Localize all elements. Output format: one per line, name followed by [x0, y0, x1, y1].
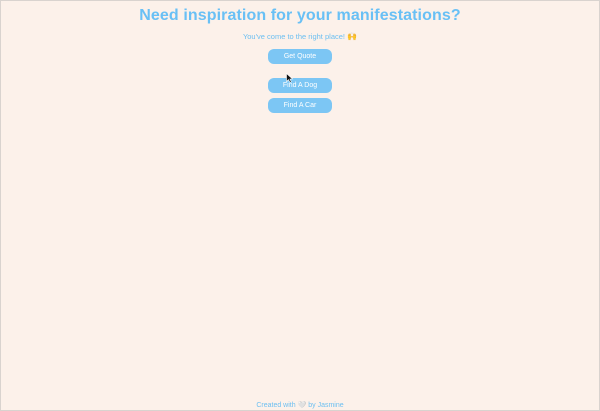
- get-quote-button[interactable]: Get Quote: [268, 49, 332, 64]
- raised-hands-icon: 🙌: [347, 32, 358, 41]
- mouse-pointer-icon: [286, 73, 294, 83]
- find-car-button[interactable]: Find A Car: [268, 98, 332, 113]
- heart-icon: 🤍: [297, 402, 307, 409]
- page-title: Need inspiration for your manifestations…: [139, 7, 461, 24]
- page-subtitle: You've come to the right place! 🙌: [0, 32, 600, 41]
- footer-author: by Jasmine: [308, 402, 344, 409]
- subtitle-text: You've come to the right place!: [242, 32, 345, 41]
- find-dog-button[interactable]: Find A Dog: [268, 78, 332, 93]
- footer: Created with 🤍 by Jasmine: [0, 401, 600, 409]
- footer-prefix: Created with: [256, 402, 296, 409]
